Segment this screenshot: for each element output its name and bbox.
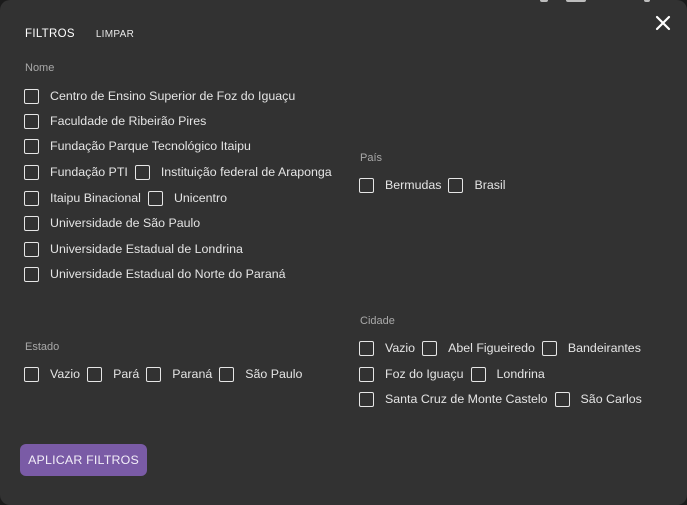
checkbox[interactable] [134,164,150,180]
checkbox[interactable] [24,241,39,257]
checkbox[interactable] [147,190,163,206]
estado-option-label: São Paulo [245,367,303,381]
nome-option-row: Itaipu Binacional Unicentro [24,189,234,207]
cidade-option-row: Foz do Iguaçu Londrina [359,365,552,383]
checkbox[interactable] [87,366,103,382]
pais-label: País [360,152,383,164]
pais-option-label: Brasil [474,178,506,192]
nome-option-label: Fundação PTI [50,165,128,179]
cidade-option-row: Santa Cruz de Monte Castelo São Carlos [359,390,649,408]
close-icon [655,15,671,31]
estado-label: Estado [25,341,60,353]
apply-filters-button[interactable]: APLICAR FILTROS [20,444,147,476]
nome-option-label: Unicentro [173,191,227,205]
nome-option-label: Faculdade de Ribeirão Pires [50,114,207,128]
filter-dialog: FILTROS LIMPAR Nome Centro de Ensino Sup… [0,0,687,505]
cidade-option-label: São Carlos [580,392,642,406]
nome-option-row: Universidade Estadual de Londrina [24,240,250,258]
checkbox[interactable] [24,366,39,382]
cidade-option-label: Foz do Iguaçu [385,367,464,381]
cidade-option-row: Vazio Abel Figueiredo Bandeirantes [359,339,648,357]
tab-filters[interactable]: FILTROS [25,28,75,40]
checkbox[interactable] [219,366,235,382]
cidade-option-label: Vazio [385,341,416,355]
estado-option-row: Vazio Pará Paraná São Paulo [24,365,309,383]
checkbox[interactable] [359,366,374,382]
cidade-option-label: Abel Figueiredo [448,341,535,355]
checkbox[interactable] [24,164,39,180]
tabs: FILTROS LIMPAR [25,28,134,40]
estado-option-label: Vazio [50,367,81,381]
nome-option-row: Centro de Ensino Superior de Foz do Igua… [24,87,302,105]
checkbox[interactable] [146,366,162,382]
checkbox[interactable] [24,113,39,129]
cidade-option-label: Santa Cruz de Monte Castelo [385,392,548,406]
nome-option-row: Fundação PTI Instituição federal de Arap… [24,163,339,181]
nome-option-row: Universidade de São Paulo [24,214,207,232]
nome-option-label: Universidade Estadual de Londrina [50,242,243,256]
checkbox[interactable] [359,177,374,193]
nome-option-row: Faculdade de Ribeirão Pires [24,112,213,130]
cidade-option-label: Bandeirantes [567,341,641,355]
checkbox[interactable] [24,138,39,154]
nome-option-label: Itaipu Binacional [50,191,141,205]
checkbox[interactable] [541,340,557,356]
cidade-label: Cidade [360,315,395,327]
close-button[interactable] [652,12,674,34]
nome-option-label: Centro de Ensino Superior de Foz do Igua… [50,89,296,103]
nome-label: Nome [25,62,55,74]
estado-option-label: Pará [113,367,140,381]
checkbox[interactable] [422,340,438,356]
checkbox[interactable] [24,88,39,104]
checkbox[interactable] [359,340,374,356]
background-peek [540,0,650,4]
checkbox[interactable] [448,177,464,193]
checkbox[interactable] [359,391,374,407]
checkbox[interactable] [470,366,486,382]
nome-option-label: Universidade de São Paulo [50,216,201,230]
checkbox[interactable] [24,190,39,206]
cidade-option-label: Londrina [496,367,545,381]
checkbox[interactable] [24,266,39,282]
checkbox[interactable] [24,215,39,231]
nome-option-label: Universidade Estadual do Norte do Paraná [50,267,286,281]
nome-option-row: Fundação Parque Tecnológico Itaipu [24,137,258,155]
checkbox[interactable] [554,391,570,407]
tab-clear[interactable]: LIMPAR [96,29,134,40]
nome-option-label: Instituição federal de Araponga [160,165,332,179]
nome-option-row: Universidade Estadual do Norte do Paraná [24,265,293,283]
pais-option-row: Bermudas Brasil [359,176,512,194]
estado-option-label: Paraná [172,367,213,381]
nome-option-label: Fundação Parque Tecnológico Itaipu [50,139,251,153]
pais-option-label: Bermudas [385,178,442,192]
